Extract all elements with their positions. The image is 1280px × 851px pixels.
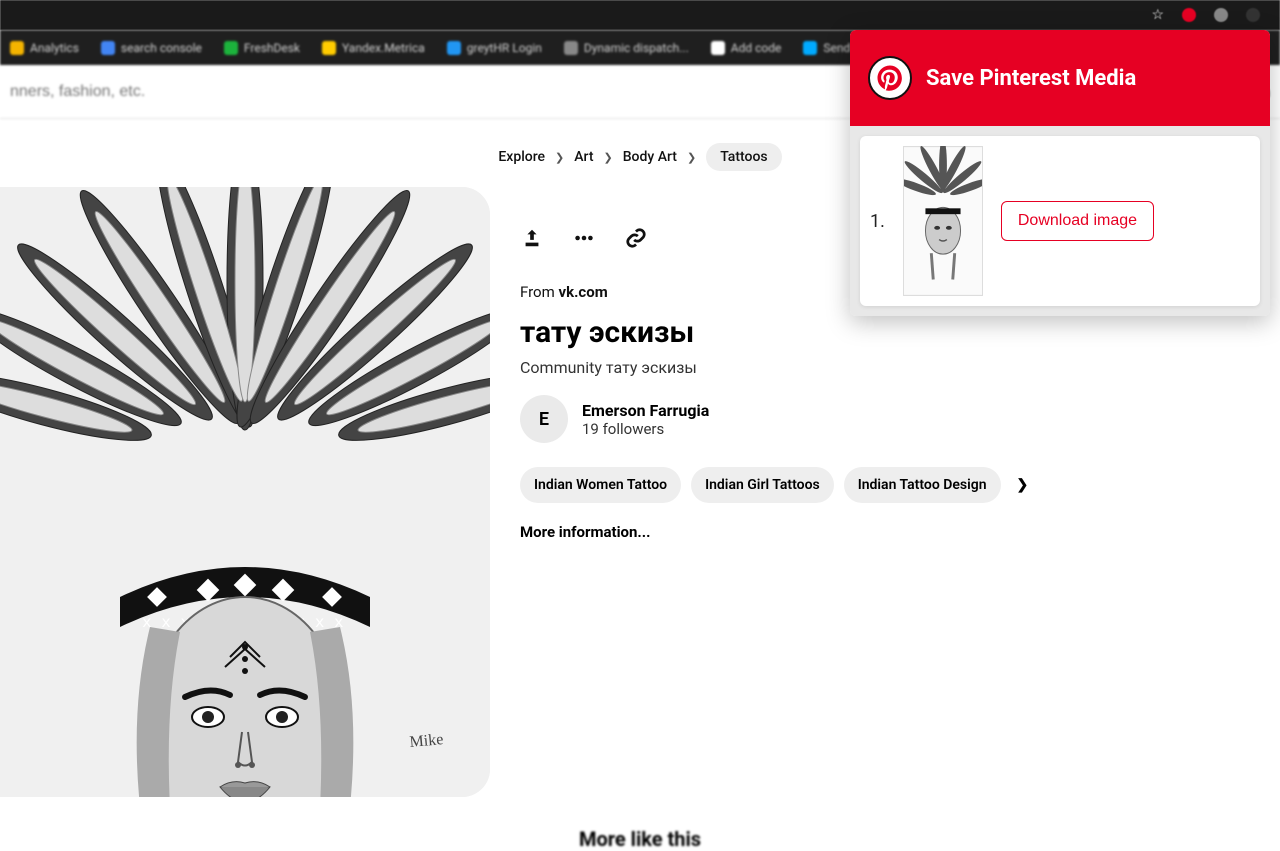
bookmark-label: FreshDesk — [244, 41, 300, 55]
share-button[interactable] — [520, 226, 544, 250]
bookmark-label: Yandex.Metrica — [342, 41, 425, 55]
bookmark-item[interactable]: Yandex.Metrica — [322, 41, 425, 55]
bookmark-label: Add code — [731, 41, 782, 55]
crumb-current[interactable]: Tattoos — [706, 143, 781, 171]
bookmark-item[interactable]: search console — [101, 41, 202, 55]
tag-chip[interactable]: Indian Women Tattoo — [520, 467, 681, 503]
bookmark-item[interactable]: Add code — [711, 41, 782, 55]
bookmark-item[interactable]: Analytics — [10, 41, 79, 55]
link-button[interactable] — [624, 226, 648, 250]
search-input[interactable] — [10, 83, 610, 101]
upload-icon — [521, 227, 543, 249]
extension-panel: Save Pinterest Media 1. — [850, 30, 1270, 316]
extension-title: Save Pinterest Media — [926, 66, 1136, 91]
profile-name: Emerson Farrugia — [582, 401, 709, 420]
profile[interactable]: E Emerson Farrugia 19 followers — [520, 395, 1280, 443]
chevron-right-icon: ❯ — [604, 151, 613, 164]
star-icon[interactable]: ☆ — [1151, 7, 1164, 23]
bookmark-label: Send — [823, 41, 850, 55]
bookmark-label: greytHR Login — [467, 41, 542, 55]
pinterest-logo-icon — [868, 56, 912, 100]
extension-header: Save Pinterest Media — [850, 30, 1270, 126]
crumb-body-art[interactable]: Body Art — [623, 149, 677, 165]
browser-toolbar: ☆ — [0, 0, 1280, 30]
dots-icon — [573, 227, 595, 249]
pin-subtitle: Community тату эскизы — [520, 358, 1280, 377]
ext-dot-red[interactable] — [1182, 8, 1196, 22]
svg-text:Mike: Mike — [409, 731, 444, 751]
bookmark-label: Analytics — [30, 41, 79, 55]
link-icon — [625, 227, 647, 249]
bookmark-item[interactable]: Dynamic dispatch... — [564, 41, 689, 55]
bookmark-label: Dynamic dispatch... — [584, 41, 689, 55]
from-prefix: From — [520, 283, 558, 301]
chevron-right-icon[interactable]: ❯ — [1017, 477, 1029, 493]
more-information-link[interactable]: More information... — [520, 523, 1280, 541]
download-image-button[interactable]: Download image — [1001, 201, 1154, 241]
bookmark-item[interactable]: greytHR Login — [447, 41, 542, 55]
item-thumbnail — [903, 146, 983, 296]
crumb-explore[interactable]: Explore — [498, 149, 545, 165]
crumb-art[interactable]: Art — [574, 149, 593, 165]
profile-followers: 19 followers — [582, 420, 709, 438]
pin-image[interactable]: x x x x x x x x x x x — [0, 187, 490, 797]
bookmark-label: search console — [121, 41, 202, 55]
pin-title: тату эскизы — [520, 315, 1280, 350]
chevron-right-icon: ❯ — [555, 151, 564, 164]
bookmark-item[interactable]: FreshDesk — [224, 41, 300, 55]
avatar: E — [520, 395, 568, 443]
from-domain[interactable]: vk.com — [558, 283, 607, 301]
bookmark-item[interactable]: Send — [803, 41, 850, 55]
tag-chip[interactable]: Indian Girl Tattoos — [691, 467, 834, 503]
item-number: 1. — [870, 211, 885, 232]
more-button[interactable] — [572, 226, 596, 250]
extension-item: 1. — [860, 136, 1260, 306]
extension-body: 1. — [850, 126, 1270, 316]
tags-row: Indian Women Tattoo Indian Girl Tattoos … — [520, 467, 1280, 503]
more-like-this-heading: More like this — [0, 797, 1280, 851]
chevron-right-icon: ❯ — [687, 151, 696, 164]
ext-dot-grey[interactable] — [1214, 8, 1228, 22]
tag-chip[interactable]: Indian Tattoo Design — [844, 467, 1001, 503]
artwork-svg: x x x x x x x x x x x — [0, 187, 490, 797]
ext-dot-dark[interactable] — [1246, 8, 1260, 22]
